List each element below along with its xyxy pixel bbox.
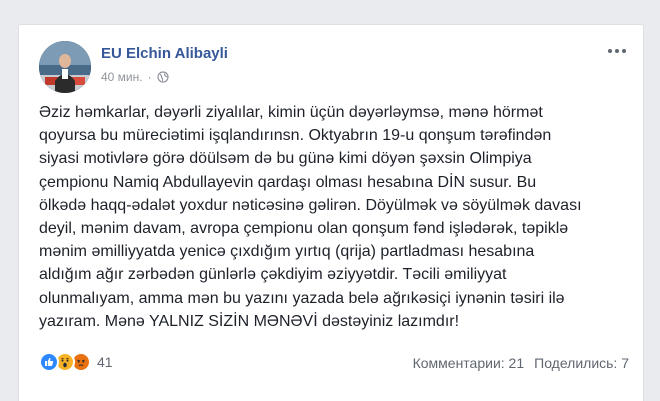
post-card: EU Elchin Alibayli 40 мин. · Əziz həmkar… [18, 24, 644, 401]
globe-icon[interactable] [157, 71, 169, 83]
shares-count-link[interactable]: Поделились: 7 [534, 355, 629, 371]
avatar[interactable] [39, 41, 91, 93]
more-options-icon[interactable] [605, 43, 629, 59]
post-meta: 40 мин. · [101, 70, 169, 84]
post-text-line: aldığım ağır zərbədən günlərlə çəkdiyim … [39, 266, 507, 284]
meta-separator: · [147, 70, 152, 84]
post-text: Əziz həmkarlar, dəyərli ziyalılar, kimin… [39, 101, 633, 333]
post-text-line: olunmalıyam, amma mən bu yazını yazada b… [39, 289, 565, 307]
reactions-summary[interactable]: 41 [39, 352, 113, 372]
comments-count-link[interactable]: Комментарии: 21 [413, 355, 525, 371]
post-text-line: siyasi motivlərə görə döülsəm də bu günə… [39, 150, 532, 168]
post-text-line: mənim əmilliyyatda yenicə çıxdığım yırtı… [39, 243, 535, 261]
post-text-line: Əziz həmkarlar, dəyərli ziyalılar, kimin… [39, 104, 543, 121]
author-name[interactable]: EU Elchin Alibayli [101, 45, 228, 62]
post-text-line: ölkədə haqq-ədalət yoxdur nəticəsinə gəl… [39, 196, 582, 214]
reaction-count: 41 [97, 354, 113, 370]
post-footer: 41 Комментарии: 21 Поделились: 7 [39, 352, 629, 376]
post-stats: Комментарии: 21 Поделились: 7 [413, 355, 629, 371]
post-time[interactable]: 40 мин. [101, 70, 143, 84]
like-reaction-icon [39, 352, 59, 372]
post-text-line: yazıram. Mənə YALNIZ SİZİN MƏNƏVİ dəstəy… [39, 312, 460, 330]
post-text-line: qoyursa bu müreciətimi işqlandırınsn. Ok… [39, 127, 552, 145]
post-text-line: çempionu Namiq Abdullayevin qardaşı olma… [39, 173, 537, 191]
post-text-line: deyil, mənim davam, avropa çempionu olan… [39, 220, 569, 238]
